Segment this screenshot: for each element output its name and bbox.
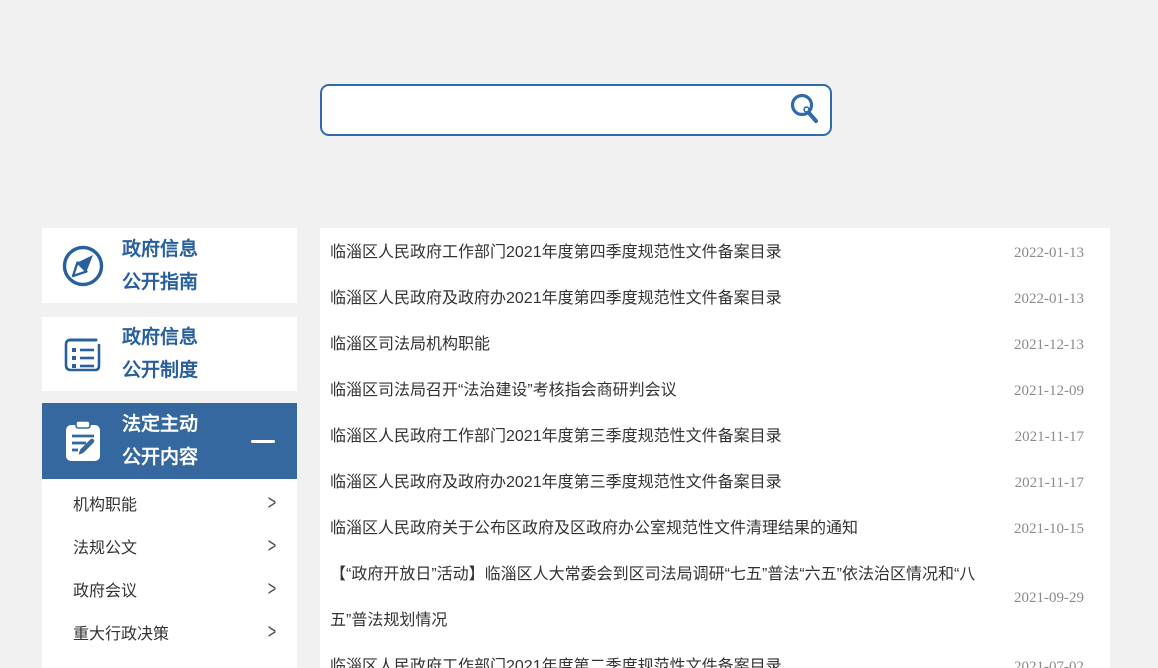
list-item: 临淄区司法局机构职能 2021-12-13 <box>330 322 1084 368</box>
sidebar-item-gov-info-guide[interactable]: 政府信息 公开指南 <box>42 228 297 303</box>
article-date: 2021-12-13 <box>1014 337 1084 354</box>
sidebar-item-label: 政府信息 公开制度 <box>122 321 198 387</box>
article-link[interactable]: 临淄区人民政府及政府办2021年度第三季度规范性文件备案目录 <box>330 460 997 506</box>
list-item: 【“政府开放日”活动】临淄区人大常委会到区司法局调研“七五”普法“六五”依法治区… <box>330 552 1084 644</box>
list-item: 临淄区人民政府及政府办2021年度第四季度规范性文件备案目录 2022-01-1… <box>330 276 1084 322</box>
collapse-indicator-icon[interactable] <box>251 440 275 443</box>
submenu-item-plans[interactable]: 规划计划 > <box>42 653 297 668</box>
list-item: 临淄区司法局召开“法治建设”考核指会商研判会议 2021-12-09 <box>330 368 1084 414</box>
article-date: 2021-10-15 <box>1014 521 1084 538</box>
sidebar-item-statutory-disclosure[interactable]: 法定主动 公开内容 <box>42 403 297 479</box>
submenu-label: 规划计划 <box>73 663 137 668</box>
chevron-right-icon: > <box>268 576 276 601</box>
list-item: 临淄区人民政府工作部门2021年度第三季度规范性文件备案目录 2021-11-1… <box>330 414 1084 460</box>
submenu-label: 法规公文 <box>73 534 137 558</box>
list-item: 临淄区人民政府关于公布区政府及区政府办公室规范性文件清理结果的通知 2021-1… <box>330 506 1084 552</box>
chevron-right-icon: > <box>268 619 276 644</box>
article-link[interactable]: 临淄区人民政府工作部门2021年度第三季度规范性文件备案目录 <box>330 414 997 460</box>
submenu-item-gov-meetings[interactable]: 政府会议 > <box>42 567 297 610</box>
submenu-item-regulations[interactable]: 法规公文 > <box>42 524 297 567</box>
sidebar-item-label: 政府信息 公开指南 <box>122 233 198 299</box>
article-link[interactable]: 临淄区人民政府工作部门2021年度第二季度规范性文件备案目录 <box>330 644 996 668</box>
submenu-label: 重大行政决策 <box>73 620 169 644</box>
article-list-panel: 临淄区人民政府工作部门2021年度第四季度规范性文件备案目录 2022-01-1… <box>320 228 1110 668</box>
article-link[interactable]: 临淄区司法局召开“法治建设”考核指会商研判会议 <box>330 368 996 414</box>
article-date: 2021-11-17 <box>1015 429 1084 446</box>
sidebar-submenu: 机构职能 > 法规公文 > 政府会议 > 重大行政决策 > 规划计划 > <box>42 479 297 668</box>
chevron-right-icon: > <box>268 662 276 668</box>
submenu-label: 机构职能 <box>73 491 137 515</box>
article-date: 2022-01-13 <box>1014 291 1084 308</box>
chevron-right-icon: > <box>268 533 276 558</box>
article-date: 2021-07-02 <box>1014 659 1084 668</box>
article-date: 2021-11-17 <box>1015 475 1084 492</box>
article-date: 2021-09-29 <box>1014 590 1084 607</box>
article-link[interactable]: 临淄区人民政府工作部门2021年度第四季度规范性文件备案目录 <box>330 230 996 276</box>
clipboard-pencil-icon <box>60 418 106 464</box>
chevron-right-icon: > <box>268 490 276 515</box>
article-link[interactable]: 【“政府开放日”活动】临淄区人大常委会到区司法局调研“七五”普法“六五”依法治区… <box>330 552 996 644</box>
submenu-item-org-functions[interactable]: 机构职能 > <box>42 481 297 524</box>
article-list: 临淄区人民政府工作部门2021年度第四季度规范性文件备案目录 2022-01-1… <box>320 228 1110 668</box>
list-item: 临淄区人民政府工作部门2021年度第二季度规范性文件备案目录 2021-07-0… <box>330 644 1084 668</box>
submenu-label: 政府会议 <box>73 577 137 601</box>
search-box <box>320 84 832 136</box>
search-button[interactable] <box>782 87 828 133</box>
article-date: 2021-12-09 <box>1014 383 1084 400</box>
search-icon <box>787 92 823 128</box>
sidebar-item-label: 法定主动 公开内容 <box>122 408 198 474</box>
article-link[interactable]: 临淄区司法局机构职能 <box>330 322 996 368</box>
list-item: 临淄区人民政府及政府办2021年度第三季度规范性文件备案目录 2021-11-1… <box>330 460 1084 506</box>
search-input[interactable] <box>322 86 782 134</box>
sidebar: 政府信息 公开指南 政府信息 公开制度 <box>42 228 297 668</box>
list-item: 临淄区人民政府工作部门2021年度第四季度规范性文件备案目录 2022-01-1… <box>330 230 1084 276</box>
ledger-icon <box>60 331 106 377</box>
compass-icon <box>60 243 106 289</box>
article-link[interactable]: 临淄区人民政府及政府办2021年度第四季度规范性文件备案目录 <box>330 276 996 322</box>
article-link[interactable]: 临淄区人民政府关于公布区政府及区政府办公室规范性文件清理结果的通知 <box>330 506 996 552</box>
sidebar-item-gov-info-system[interactable]: 政府信息 公开制度 <box>42 317 297 391</box>
article-date: 2022-01-13 <box>1014 245 1084 262</box>
page: 政府信息 公开指南 政府信息 公开制度 <box>0 0 1158 668</box>
submenu-item-major-decisions[interactable]: 重大行政决策 > <box>42 610 297 653</box>
